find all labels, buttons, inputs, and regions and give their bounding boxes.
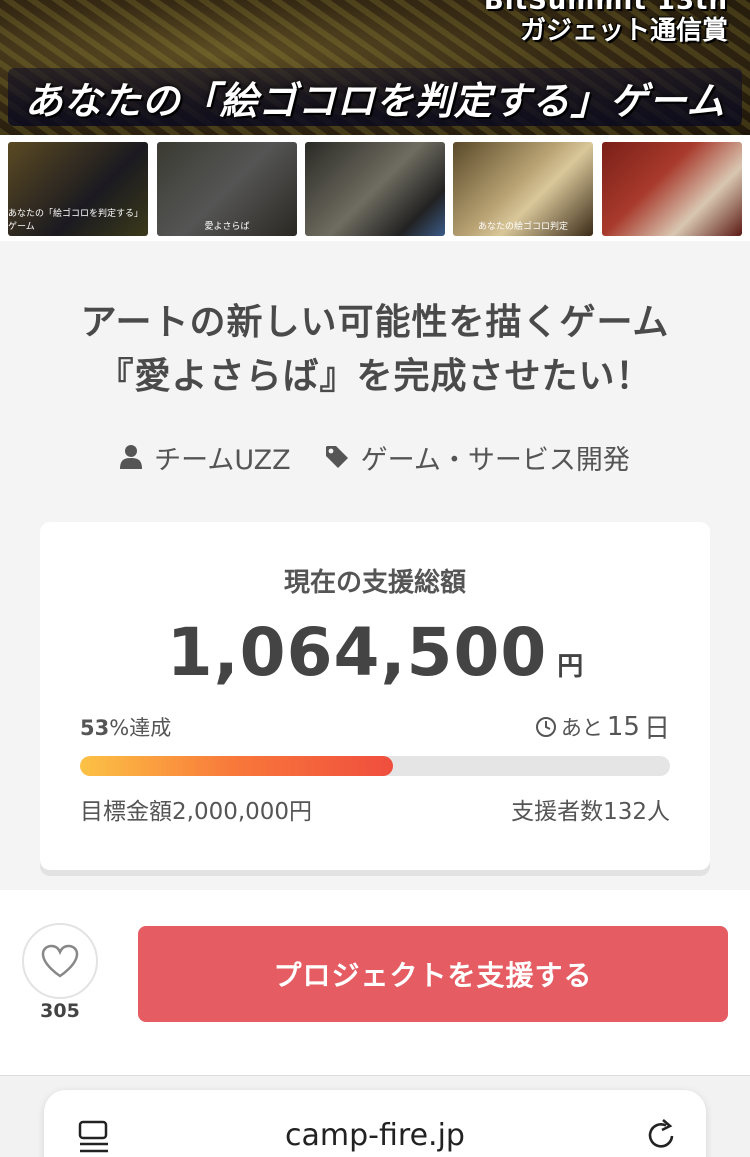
url-text: camp-fire.jp (285, 1118, 465, 1153)
project-title-line-1: アートの新しい可能性を描くゲーム (80, 302, 670, 343)
funding-amount-row: 1,064,500 円 (40, 614, 710, 691)
goal-amount: 目標金額2,000,000円 (80, 799, 313, 825)
browser-toolbar: camp-fire.jp (0, 1075, 750, 1157)
thumbnail-5[interactable] (602, 142, 742, 236)
remaining-prefix: あと (560, 715, 603, 740)
progress-bar-fill (80, 756, 393, 776)
currency-label: 円 (557, 652, 584, 682)
action-bar: 305 プロジェクトを支援する (0, 890, 750, 1075)
thumbnail-4[interactable]: あなたの絵ゴコロ判定 (453, 142, 593, 236)
address-bar[interactable]: camp-fire.jp (44, 1090, 706, 1157)
funding-label: 現在の支援総額 (283, 568, 466, 598)
backer-count: 支援者数132人 (511, 799, 670, 825)
reload-icon[interactable] (646, 1118, 678, 1152)
thumbnail-2[interactable]: 愛よさらば (157, 142, 297, 236)
category-name: ゲーム・サービス開発 (360, 444, 630, 476)
thumbnail-caption: あなたの「絵ゴコロを判定する」ゲーム (8, 209, 144, 232)
hero-banner[interactable]: BitSummit 13th ガジェット通信賞 あなたの「絵ゴコロを判定する」ゲ… (0, 0, 750, 135)
thumbnail-strip: あなたの「絵ゴコロを判定する」ゲーム 愛よさらば あなたの絵ゴコロ判定 (0, 135, 750, 241)
support-project-button[interactable]: プロジェクトを支援する (138, 926, 728, 1022)
remaining-time: あと 15 日 (535, 708, 670, 745)
project-title-line-2: 『愛よさらば』を完成させたい！ (97, 356, 653, 397)
user-icon (120, 445, 143, 469)
remaining-suffix: 日 (643, 714, 670, 744)
clock-icon (535, 716, 556, 737)
thumbnail-caption: あなたの絵ゴコロ判定 (477, 222, 568, 232)
thumbnail-caption: 愛よさらば (204, 222, 250, 232)
hero-tagline: あなたの「絵ゴコロを判定する」ゲーム (8, 68, 742, 126)
heart-icon (41, 944, 79, 978)
hero-award-text: ガジェット通信賞 (519, 16, 728, 46)
achievement-suffix: %達成 (109, 716, 172, 740)
project-title: アートの新しい可能性を描くゲーム 『愛よさらば』を完成させたい！ (30, 296, 720, 404)
achievement-rate: 53 %達成 (80, 712, 171, 742)
team-link[interactable]: チームUZZ (120, 438, 291, 477)
progress-bar (80, 756, 670, 776)
thumbnail-1[interactable]: あなたの「絵ゴコロを判定する」ゲーム (8, 142, 148, 236)
category-link[interactable]: ゲーム・サービス開発 (325, 438, 630, 477)
remaining-days: 15 (606, 711, 640, 742)
project-meta: チームUZZ ゲーム・サービス開発 (0, 434, 750, 480)
funding-amount: 1,064,500 (166, 614, 548, 691)
favorite-button[interactable] (22, 923, 98, 999)
funding-card: 現在の支援総額 1,064,500 円 53 %達成 あと 15 日 目標金額2… (40, 522, 710, 870)
thumbnail-3[interactable] (305, 142, 445, 236)
team-name: チームUZZ (154, 444, 291, 476)
achievement-percent: 53 (80, 716, 110, 740)
favorite-count: 305 (40, 1000, 80, 1022)
tag-icon (325, 446, 348, 468)
